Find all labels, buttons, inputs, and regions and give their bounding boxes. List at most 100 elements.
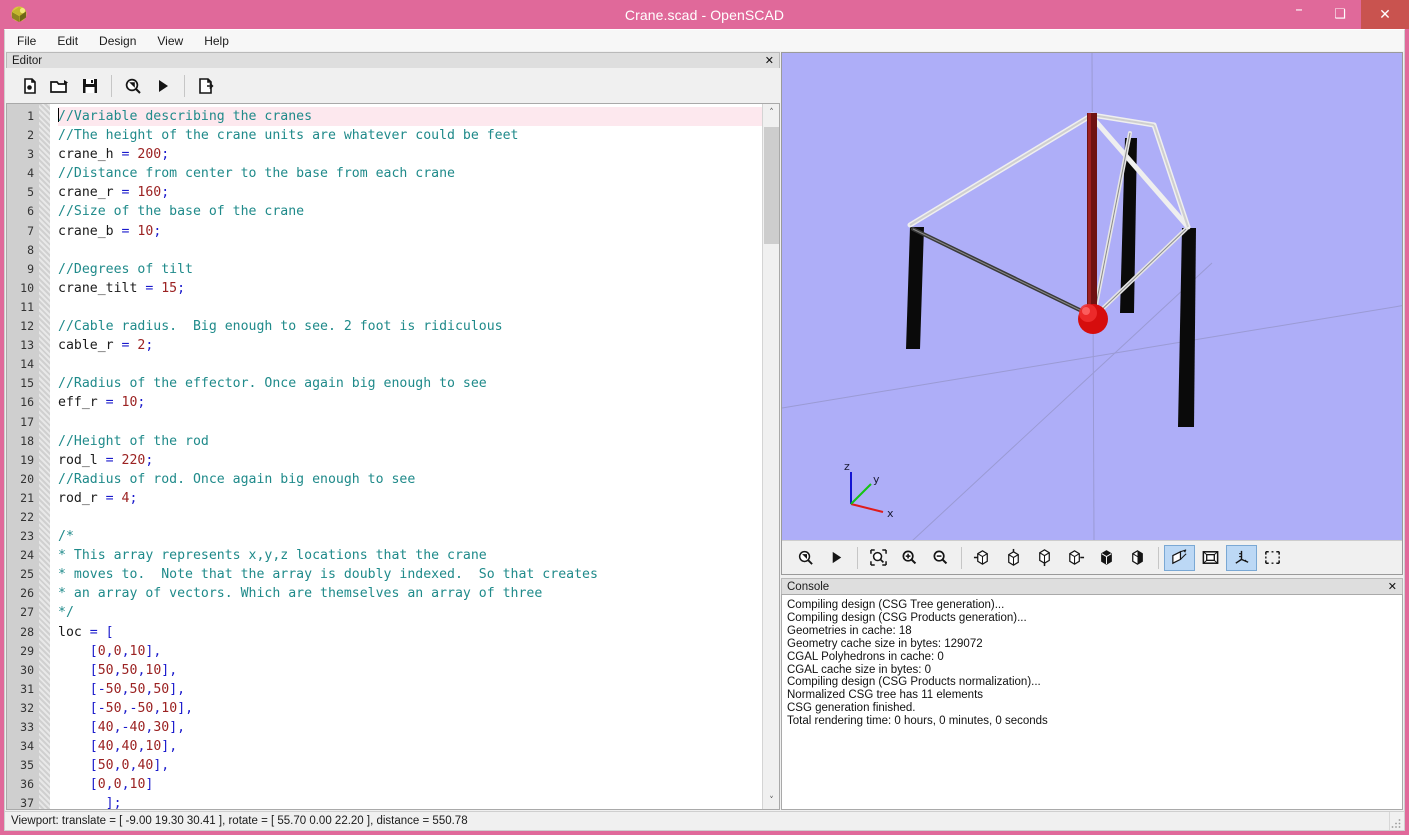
editor-dock-titlebar: Editor ✕ [6, 52, 780, 68]
code-line[interactable] [58, 241, 762, 260]
code-editor[interactable]: 1234567891011121314151617181920212223242… [6, 103, 780, 810]
maximize-button[interactable]: ❑ [1320, 0, 1360, 29]
show-axes-button[interactable] [1226, 545, 1257, 571]
close-icon: ✕ [1379, 8, 1391, 22]
code-line[interactable]: rod_r = 4; [58, 489, 762, 508]
code-token-ident: crane_h [58, 147, 122, 162]
code-line[interactable]: [-50,50,50], [58, 680, 762, 699]
render-button[interactable] [821, 545, 852, 571]
line-number: 37 [7, 794, 39, 810]
view-right-button[interactable] [1060, 545, 1091, 571]
render-button[interactable] [148, 72, 178, 100]
code-line[interactable]: //Variable describing the cranes [58, 107, 762, 126]
code-token-punct: ], [161, 663, 177, 678]
code-line[interactable]: * moves to. Note that the array is doubl… [58, 565, 762, 584]
code-token-op: = [106, 491, 122, 506]
code-token-punct: [ [58, 682, 98, 697]
line-number: 30 [7, 661, 39, 680]
code-line[interactable]: //Radius of rod. Once again big enough t… [58, 470, 762, 489]
console-line: Compiling design (CSG Tree generation)..… [787, 599, 1397, 612]
view-left-button[interactable] [967, 545, 998, 571]
zoom-all-button[interactable] [863, 545, 894, 571]
code-line[interactable] [58, 355, 762, 374]
code-line[interactable]: [-50,-50,10], [58, 699, 762, 718]
code-token-num: 200 [137, 147, 161, 162]
save-file-button[interactable] [75, 72, 105, 100]
console-dock-close-icon[interactable]: ✕ [1388, 580, 1397, 593]
scroll-down-arrow-icon[interactable]: ˅ [763, 792, 780, 809]
console-output[interactable]: Compiling design (CSG Tree generation)..… [781, 594, 1403, 810]
code-line[interactable]: [0,0,10] [58, 775, 762, 794]
code-line[interactable]: //The height of the crane units are what… [58, 126, 762, 145]
editor-dock: Editor ✕ [5, 51, 781, 811]
code-line[interactable] [58, 508, 762, 527]
code-line[interactable] [58, 413, 762, 432]
code-line[interactable]: [50,50,10], [58, 661, 762, 680]
code-line[interactable]: //Degrees of tilt [58, 260, 762, 279]
resize-grip-icon[interactable] [1391, 818, 1401, 828]
code-line[interactable]: crane_tilt = 15; [58, 279, 762, 298]
code-line[interactable]: * an array of vectors. Which are themsel… [58, 584, 762, 603]
menu-item-file[interactable]: File [17, 32, 47, 50]
orthogonal-button[interactable] [1195, 545, 1226, 571]
code-token-punct: , [114, 720, 122, 735]
menu-item-design[interactable]: Design [99, 32, 147, 50]
menu-item-view[interactable]: View [157, 32, 194, 50]
preview-button[interactable] [790, 545, 821, 571]
zoom-in-button[interactable] [894, 545, 925, 571]
code-line[interactable]: crane_h = 200; [58, 145, 762, 164]
code-token-comment: //Size of the base of the crane [58, 204, 304, 219]
show-scale-markers-button[interactable] [1257, 545, 1288, 571]
perspective-button[interactable] [1164, 545, 1195, 571]
code-line[interactable]: //Radius of the effector. Once again big… [58, 374, 762, 393]
editor-vertical-scrollbar[interactable]: ˄ ˅ [762, 104, 779, 809]
open-file-button[interactable] [45, 72, 75, 100]
code-token-comment: //The height of the crane units are what… [58, 128, 519, 143]
code-line[interactable]: //Size of the base of the crane [58, 202, 762, 221]
code-line[interactable]: /* [58, 527, 762, 546]
close-button[interactable]: ✕ [1361, 0, 1409, 29]
editor-scrollbar-thumb[interactable] [764, 127, 779, 244]
export-button[interactable] [191, 72, 221, 100]
menu-item-help[interactable]: Help [204, 32, 240, 50]
menu-item-edit[interactable]: Edit [57, 32, 89, 50]
view-top-button[interactable] [998, 545, 1029, 571]
preview-button[interactable] [118, 72, 148, 100]
console-line: CGAL Polyhedrons in cache: 0 [787, 651, 1397, 664]
code-line[interactable]: cable_r = 2; [58, 336, 762, 355]
code-line[interactable]: [50,0,40], [58, 756, 762, 775]
code-line[interactable]: rod_l = 220; [58, 451, 762, 470]
code-token-comment: //Radius of rod. Once again big enough t… [58, 472, 415, 487]
code-line[interactable]: //Distance from center to the base from … [58, 164, 762, 183]
code-line[interactable]: loc = [ [58, 623, 762, 642]
view-front-button[interactable] [1091, 545, 1122, 571]
code-token-punct: [ [58, 720, 98, 735]
code-text-area[interactable]: //Variable describing the cranes //The he… [50, 104, 762, 809]
code-token-op: ; [129, 491, 137, 506]
code-token-ident: crane_tilt [58, 281, 145, 296]
code-line[interactable]: [0,0,10], [58, 642, 762, 661]
scroll-up-arrow-icon[interactable]: ˄ [763, 104, 780, 121]
code-line[interactable]: //Height of the rod [58, 432, 762, 451]
code-line[interactable]: ]; [58, 794, 762, 809]
code-line[interactable]: * This array represents x,y,z locations … [58, 546, 762, 565]
code-line[interactable]: */ [58, 603, 762, 622]
code-token-op: - [98, 682, 106, 697]
code-line[interactable]: [40,40,10], [58, 737, 762, 756]
code-line[interactable]: crane_r = 160; [58, 183, 762, 202]
code-line[interactable]: crane_b = 10; [58, 222, 762, 241]
code-line[interactable]: //Cable radius. Big enough to see. 2 foo… [58, 317, 762, 336]
view-back-button[interactable] [1122, 545, 1153, 571]
code-token-num: 160 [137, 185, 161, 200]
code-line[interactable] [58, 298, 762, 317]
3d-viewport[interactable]: z y x [782, 53, 1402, 540]
zoom-out-button[interactable] [925, 545, 956, 571]
view-bottom-button[interactable] [1029, 545, 1060, 571]
line-number: 6 [7, 202, 39, 221]
code-token-ident: rod_r [58, 491, 106, 506]
editor-dock-close-icon[interactable]: ✕ [765, 54, 774, 67]
new-file-button[interactable] [15, 72, 45, 100]
minimize-button[interactable]: – [1279, 0, 1319, 29]
code-line[interactable]: eff_r = 10; [58, 393, 762, 412]
code-line[interactable]: [40,-40,30], [58, 718, 762, 737]
